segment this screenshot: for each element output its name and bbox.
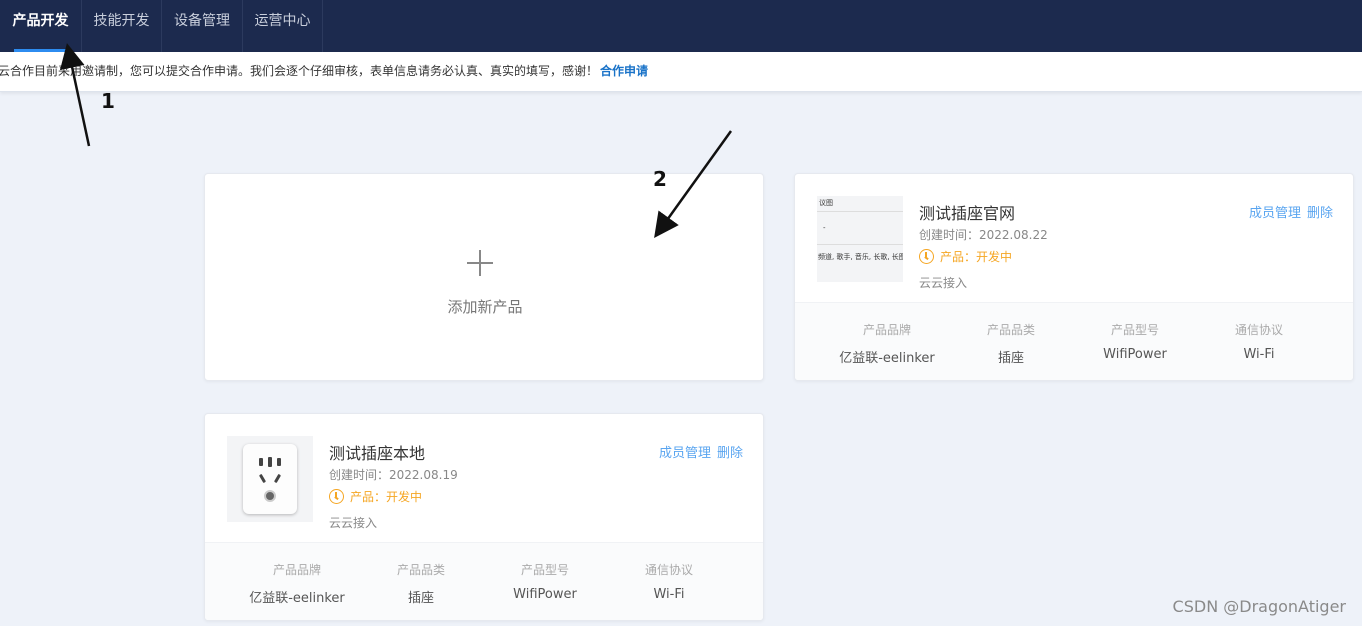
plus-icon: [467, 250, 493, 276]
tab-label: 技能开发: [93, 13, 150, 29]
add-product-card[interactable]: 添加新产品: [204, 173, 764, 381]
spec-value: WifiPower: [513, 587, 577, 602]
notice-text: 云合作目前采用邀请制，您可以提交合作申请。我们会逐个仔细审核，表单信息请务必认真…: [0, 64, 599, 78]
spec-value: 亿益联-eelinker: [249, 591, 345, 606]
product-name: 测试插座本地: [329, 444, 426, 463]
clock-icon: [919, 249, 934, 264]
product-name: 测试插座官网: [919, 204, 1016, 223]
clock-icon: [329, 489, 344, 504]
created-time: 创建时间：2022.08.22: [919, 228, 1048, 242]
spec-protocol: 通信协议 Wi-Fi: [1197, 321, 1321, 362]
created-time: 创建时间：2022.08.19: [329, 468, 458, 482]
status-badge: 产品：开发中: [329, 488, 422, 505]
tab-label: 设备管理: [174, 13, 230, 29]
spec-value: WifiPower: [1103, 347, 1167, 362]
card-actions: 成员管理 删除: [653, 442, 743, 461]
product-specs: 产品品牌 亿益联-eelinker 产品品类 插座 产品型号 WifiPower…: [795, 302, 1353, 380]
notice-bar: 云合作目前采用邀请制，您可以提交合作申请。我们会逐个仔细审核，表单信息请务必认真…: [0, 52, 1362, 92]
product-thumbnail: [227, 436, 313, 522]
tab-skill-dev[interactable]: 技能开发: [82, 0, 162, 52]
product-card[interactable]: 议图 - 频道, 歌手, 音乐, 长歌, 长图 测试插座官网 创建时间：2022…: [794, 173, 1354, 381]
cooperation-apply-link[interactable]: 合作申请: [600, 64, 648, 78]
member-management-link[interactable]: 成员管理: [659, 446, 711, 461]
access-type: 云云接入: [329, 516, 378, 530]
tab-label: 运营中心: [254, 13, 311, 29]
product-specs: 产品品牌 亿益联-eelinker 产品品类 插座 产品型号 WifiPower…: [205, 542, 763, 620]
notice-content: 云合作目前采用邀请制，您可以提交合作申请。我们会逐个仔细审核，表单信息请务必认真…: [0, 52, 648, 90]
spec-brand: 产品品牌 亿益联-eelinker: [235, 561, 359, 606]
spec-value: Wi-Fi: [653, 587, 685, 602]
spec-key: 产品品牌: [862, 323, 911, 337]
spec-category: 产品品类 插座: [949, 321, 1073, 366]
thumb-top-text: 议图: [819, 199, 833, 207]
delete-link[interactable]: 删除: [1307, 206, 1333, 221]
status-text: 产品：开发中: [940, 250, 1013, 264]
delete-link[interactable]: 删除: [717, 446, 743, 461]
thumb-bottom-text: 频道, 歌手, 音乐, 长歌, 长图: [818, 253, 903, 261]
spec-key: 产品型号: [1110, 323, 1159, 337]
spec-key: 产品型号: [520, 563, 569, 577]
tab-operations-center[interactable]: 运营中心: [243, 0, 323, 52]
access-type: 云云接入: [919, 276, 968, 290]
spec-key: 通信协议: [1234, 323, 1283, 337]
status-text: 产品：开发中: [350, 490, 423, 504]
spec-model: 产品型号 WifiPower: [483, 561, 607, 602]
spec-value: 插座: [407, 591, 434, 606]
annotation-number-2: 2: [653, 167, 667, 191]
status-badge: 产品：开发中: [919, 248, 1012, 265]
product-card[interactable]: 测试插座本地 创建时间：2022.08.19 产品：开发中 云云接入 成员管理删…: [204, 413, 764, 621]
spec-value: Wi-Fi: [1243, 347, 1275, 362]
watermark: CSDN @DragonAtiger: [1172, 597, 1346, 616]
top-nav: 产品开发 技能开发 设备管理 运营中心: [0, 0, 1362, 52]
spec-value: 插座: [997, 351, 1024, 366]
spec-key: 产品品类: [986, 323, 1035, 337]
tab-device-management[interactable]: 设备管理: [162, 0, 243, 52]
product-thumbnail: 议图 - 频道, 歌手, 音乐, 长歌, 长图: [817, 196, 903, 282]
spec-protocol: 通信协议 Wi-Fi: [607, 561, 731, 602]
spec-key: 产品品类: [396, 563, 445, 577]
spec-brand: 产品品牌 亿益联-eelinker: [825, 321, 949, 366]
tab-label: 产品开发: [12, 13, 69, 29]
socket-image: [243, 444, 297, 514]
tab-product-dev[interactable]: 产品开发: [0, 0, 82, 52]
card-actions: 成员管理 删除: [1243, 202, 1333, 221]
spec-category: 产品品类 插座: [359, 561, 483, 606]
add-product-label: 添加新产品: [447, 298, 523, 316]
spec-key: 通信协议: [644, 563, 693, 577]
annotation-number-1: 1: [101, 89, 115, 113]
spec-value: 亿益联-eelinker: [839, 351, 935, 366]
spec-key: 产品品牌: [272, 563, 321, 577]
spec-model: 产品型号 WifiPower: [1073, 321, 1197, 362]
member-management-link[interactable]: 成员管理: [1249, 206, 1301, 221]
